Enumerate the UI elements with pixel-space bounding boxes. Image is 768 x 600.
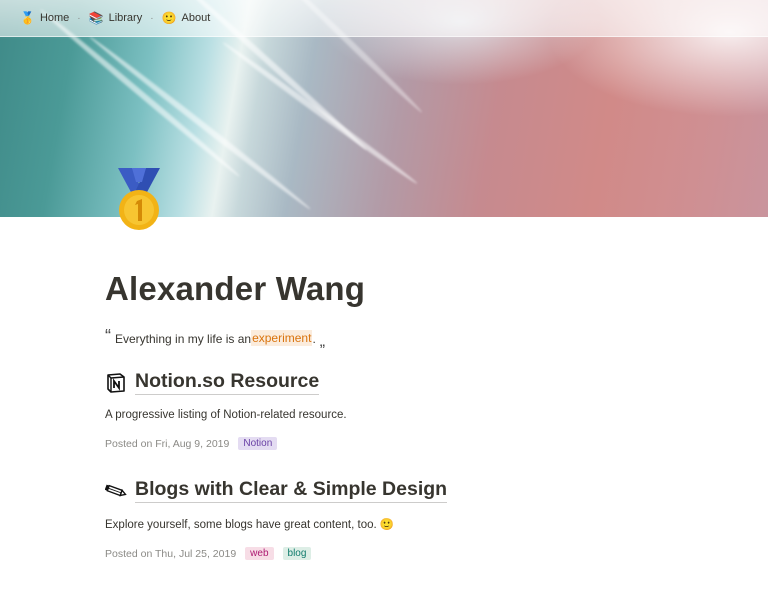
nav-item-library[interactable]: 📚 Library xyxy=(89,12,143,24)
notion-logo-icon xyxy=(105,372,127,394)
pencil-icon xyxy=(105,480,127,502)
quote-close-mark: „ xyxy=(319,333,326,350)
post-item: Blogs with Clear & Simple Design Explore… xyxy=(105,478,705,560)
quote-text-before: Everything in my life is an xyxy=(115,332,252,346)
nav-separator: · xyxy=(150,12,154,24)
main-content: Alexander Wang “ Everything in my life i… xyxy=(105,270,705,560)
tag-notion[interactable]: Notion xyxy=(238,437,278,450)
page-title: Alexander Wang xyxy=(105,270,366,307)
post-title-link[interactable]: Notion.so Resource xyxy=(135,370,320,395)
quote-open-mark: “ xyxy=(105,326,111,346)
nav-separator: · xyxy=(77,12,81,24)
smile-icon: 🙂 xyxy=(161,11,177,25)
quote-block: “ Everything in my life is an experiment… xyxy=(105,326,705,350)
nav-item-label: Home xyxy=(39,12,70,24)
post-date: Posted on Fri, Aug 9, 2019 xyxy=(105,437,230,450)
medal-icon: 🥇 xyxy=(20,11,35,25)
books-icon: 📚 xyxy=(88,11,104,25)
tag-web[interactable]: web xyxy=(245,547,274,560)
top-nav: 🥇 Home · 📚 Library · 🙂 About xyxy=(0,0,768,37)
post-description: Explore yourself, some blogs have great … xyxy=(105,519,395,531)
nav-item-about[interactable]: 🙂 About xyxy=(162,12,211,24)
tag-blog[interactable]: blog xyxy=(282,547,312,560)
nav-item-label: Library xyxy=(108,12,143,24)
quote-text-after: . xyxy=(312,332,316,346)
post-date: Posted on Thu, Jul 25, 2019 xyxy=(105,547,237,560)
quote-highlight: experiment xyxy=(251,330,313,346)
nav-item-home[interactable]: 🥇 Home xyxy=(20,12,69,24)
medal-icon xyxy=(118,168,160,230)
post-item: Notion.so Resource A progressive listing… xyxy=(105,370,705,450)
post-description: A progressive listing of Notion-related … xyxy=(105,409,347,421)
post-title-link[interactable]: Blogs with Clear & Simple Design xyxy=(135,478,448,503)
nav-item-label: About xyxy=(181,12,211,24)
